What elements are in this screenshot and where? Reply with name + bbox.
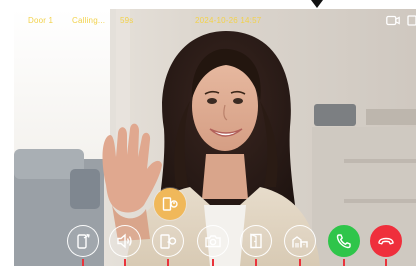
speaker-volume-icon <box>117 233 132 249</box>
hang-up-button[interactable] <box>370 225 402 257</box>
answer-call-icon <box>336 234 351 249</box>
pointer-marker-icon <box>311 0 323 8</box>
speaker-volume-button[interactable] <box>109 225 141 257</box>
window-icon[interactable] <box>407 15 416 26</box>
unlock-door-icon <box>162 197 178 211</box>
date-time: 2024-10-26 14:57 <box>195 16 262 25</box>
video-frame: Door 1 Calling... 59s 2024-10-26 14:57 <box>14 9 416 266</box>
marker-tick <box>212 259 214 266</box>
call-timer: 59s <box>120 16 134 25</box>
marker-tick <box>343 259 345 266</box>
transfer-call-button[interactable] <box>67 225 99 257</box>
call-controls <box>14 225 416 266</box>
marker-tick <box>167 259 169 266</box>
record-indicator-icon[interactable] <box>386 15 400 26</box>
marker-tick <box>385 259 387 266</box>
marker-tick <box>255 259 257 266</box>
hang-up-icon <box>378 237 394 245</box>
snapshot-camera-icon <box>205 235 221 248</box>
building-icon <box>292 236 308 248</box>
marker-tick <box>82 259 84 266</box>
intercom-screen: Door 1 Calling... 59s 2024-10-26 14:57 <box>0 0 416 266</box>
building-button[interactable] <box>284 225 316 257</box>
snapshot-button[interactable] <box>197 225 229 257</box>
status-bar: Door 1 Calling... 59s 2024-10-26 14:57 <box>14 9 416 33</box>
unlock-door-button[interactable] <box>154 188 186 220</box>
call-status: Calling... <box>72 16 106 25</box>
open-gate-icon <box>250 233 262 249</box>
transfer-call-icon <box>77 233 90 249</box>
door-label: Door 1 <box>28 16 54 25</box>
open-gate-button[interactable] <box>240 225 272 257</box>
marker-tick <box>299 259 301 266</box>
unlock-door-icon <box>160 234 177 249</box>
answer-call-button[interactable] <box>328 225 360 257</box>
marker-tick <box>124 259 126 266</box>
unlock-door-secondary-button[interactable] <box>152 225 184 257</box>
